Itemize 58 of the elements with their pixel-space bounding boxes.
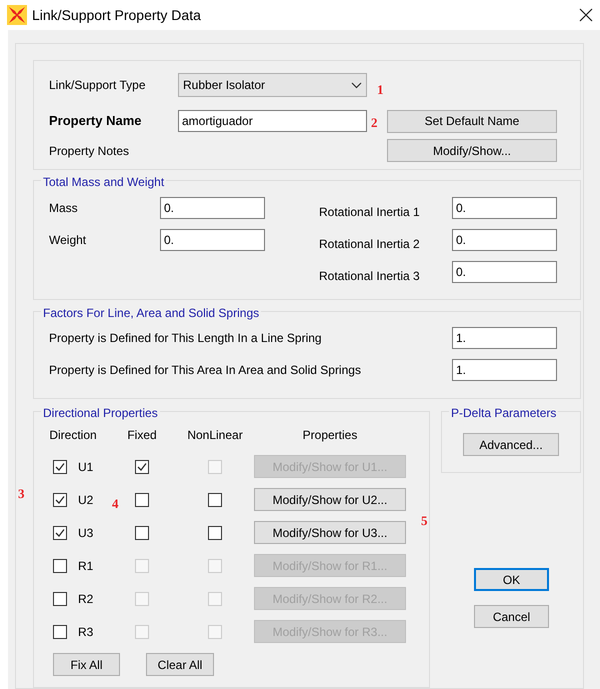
- annotation-number: 1: [377, 81, 384, 99]
- button[interactable]: Modify/Show for U3...: [254, 521, 406, 544]
- field-label: Mass: [49, 200, 79, 217]
- close-icon[interactable]: [578, 7, 594, 23]
- annotation-number: 4: [112, 495, 118, 513]
- window-title: Link/Support Property Data: [32, 6, 201, 25]
- checkbox[interactable]: [53, 492, 67, 506]
- input-field[interactable]: 0.: [452, 261, 557, 283]
- field-label: Rotational Inertia 1: [319, 204, 421, 221]
- field-label: Link/Support Type: [49, 77, 147, 94]
- field-label: Weight: [49, 232, 88, 249]
- button[interactable]: OK: [474, 568, 549, 591]
- column-header: Properties: [302, 427, 358, 444]
- app-logo-icon: [7, 5, 27, 25]
- field-label: Property is Defined for This Length In a Line Spring: [49, 330, 323, 347]
- direction-label: R3: [78, 624, 94, 640]
- checkbox[interactable]: [135, 460, 149, 474]
- button[interactable]: Cancel: [474, 605, 549, 628]
- checkbox[interactable]: [208, 492, 222, 506]
- annotation-number: 2: [371, 114, 378, 132]
- field-label: Rotational Inertia 3: [319, 268, 421, 285]
- checkbox[interactable]: [53, 558, 67, 572]
- checkbox[interactable]: [53, 624, 67, 638]
- dropdown[interactable]: Rubber Isolator: [178, 73, 367, 97]
- checkbox[interactable]: [53, 526, 67, 540]
- annotation-number: 5: [421, 512, 428, 530]
- column-header: Direction: [48, 427, 98, 444]
- button[interactable]: Modify/Show for U2...: [254, 488, 406, 511]
- button[interactable]: Clear All: [146, 653, 214, 676]
- field-label: Property is Defined for This Area In Area and Solid Springs: [49, 362, 362, 379]
- field-label: Property Name: [49, 112, 142, 130]
- checkbox[interactable]: [135, 526, 149, 540]
- input-field[interactable]: 0.: [160, 197, 265, 219]
- caret-icon: [351, 82, 362, 88]
- checkbox[interactable]: [53, 460, 67, 474]
- field-label: Rotational Inertia 2: [319, 236, 421, 253]
- direction-label: R2: [78, 590, 94, 608]
- button[interactable]: Set Default Name: [387, 110, 557, 132]
- column-header: NonLinear: [186, 427, 244, 444]
- direction-label: U3: [78, 524, 94, 542]
- checkbox[interactable]: [208, 526, 222, 540]
- checkbox[interactable]: [135, 492, 149, 506]
- input-field[interactable]: amortiguador: [178, 110, 367, 132]
- input-field[interactable]: 1.: [452, 327, 557, 349]
- checkbox[interactable]: [53, 592, 67, 606]
- direction-label: U1: [78, 458, 94, 476]
- input-field[interactable]: 1.: [452, 359, 557, 381]
- button[interactable]: Advanced...: [463, 433, 559, 456]
- button[interactable]: Fix All: [53, 653, 120, 676]
- annotation-number: 3: [18, 485, 24, 503]
- direction-label: R1: [78, 558, 94, 574]
- column-header: Fixed: [126, 427, 158, 444]
- field-label: Property Notes: [49, 142, 130, 160]
- button[interactable]: Modify/Show...: [387, 139, 557, 162]
- input-field[interactable]: 0.: [452, 229, 557, 251]
- input-field[interactable]: 0.: [160, 229, 265, 251]
- input-field[interactable]: 0.: [452, 197, 557, 219]
- direction-label: U2: [78, 492, 94, 508]
